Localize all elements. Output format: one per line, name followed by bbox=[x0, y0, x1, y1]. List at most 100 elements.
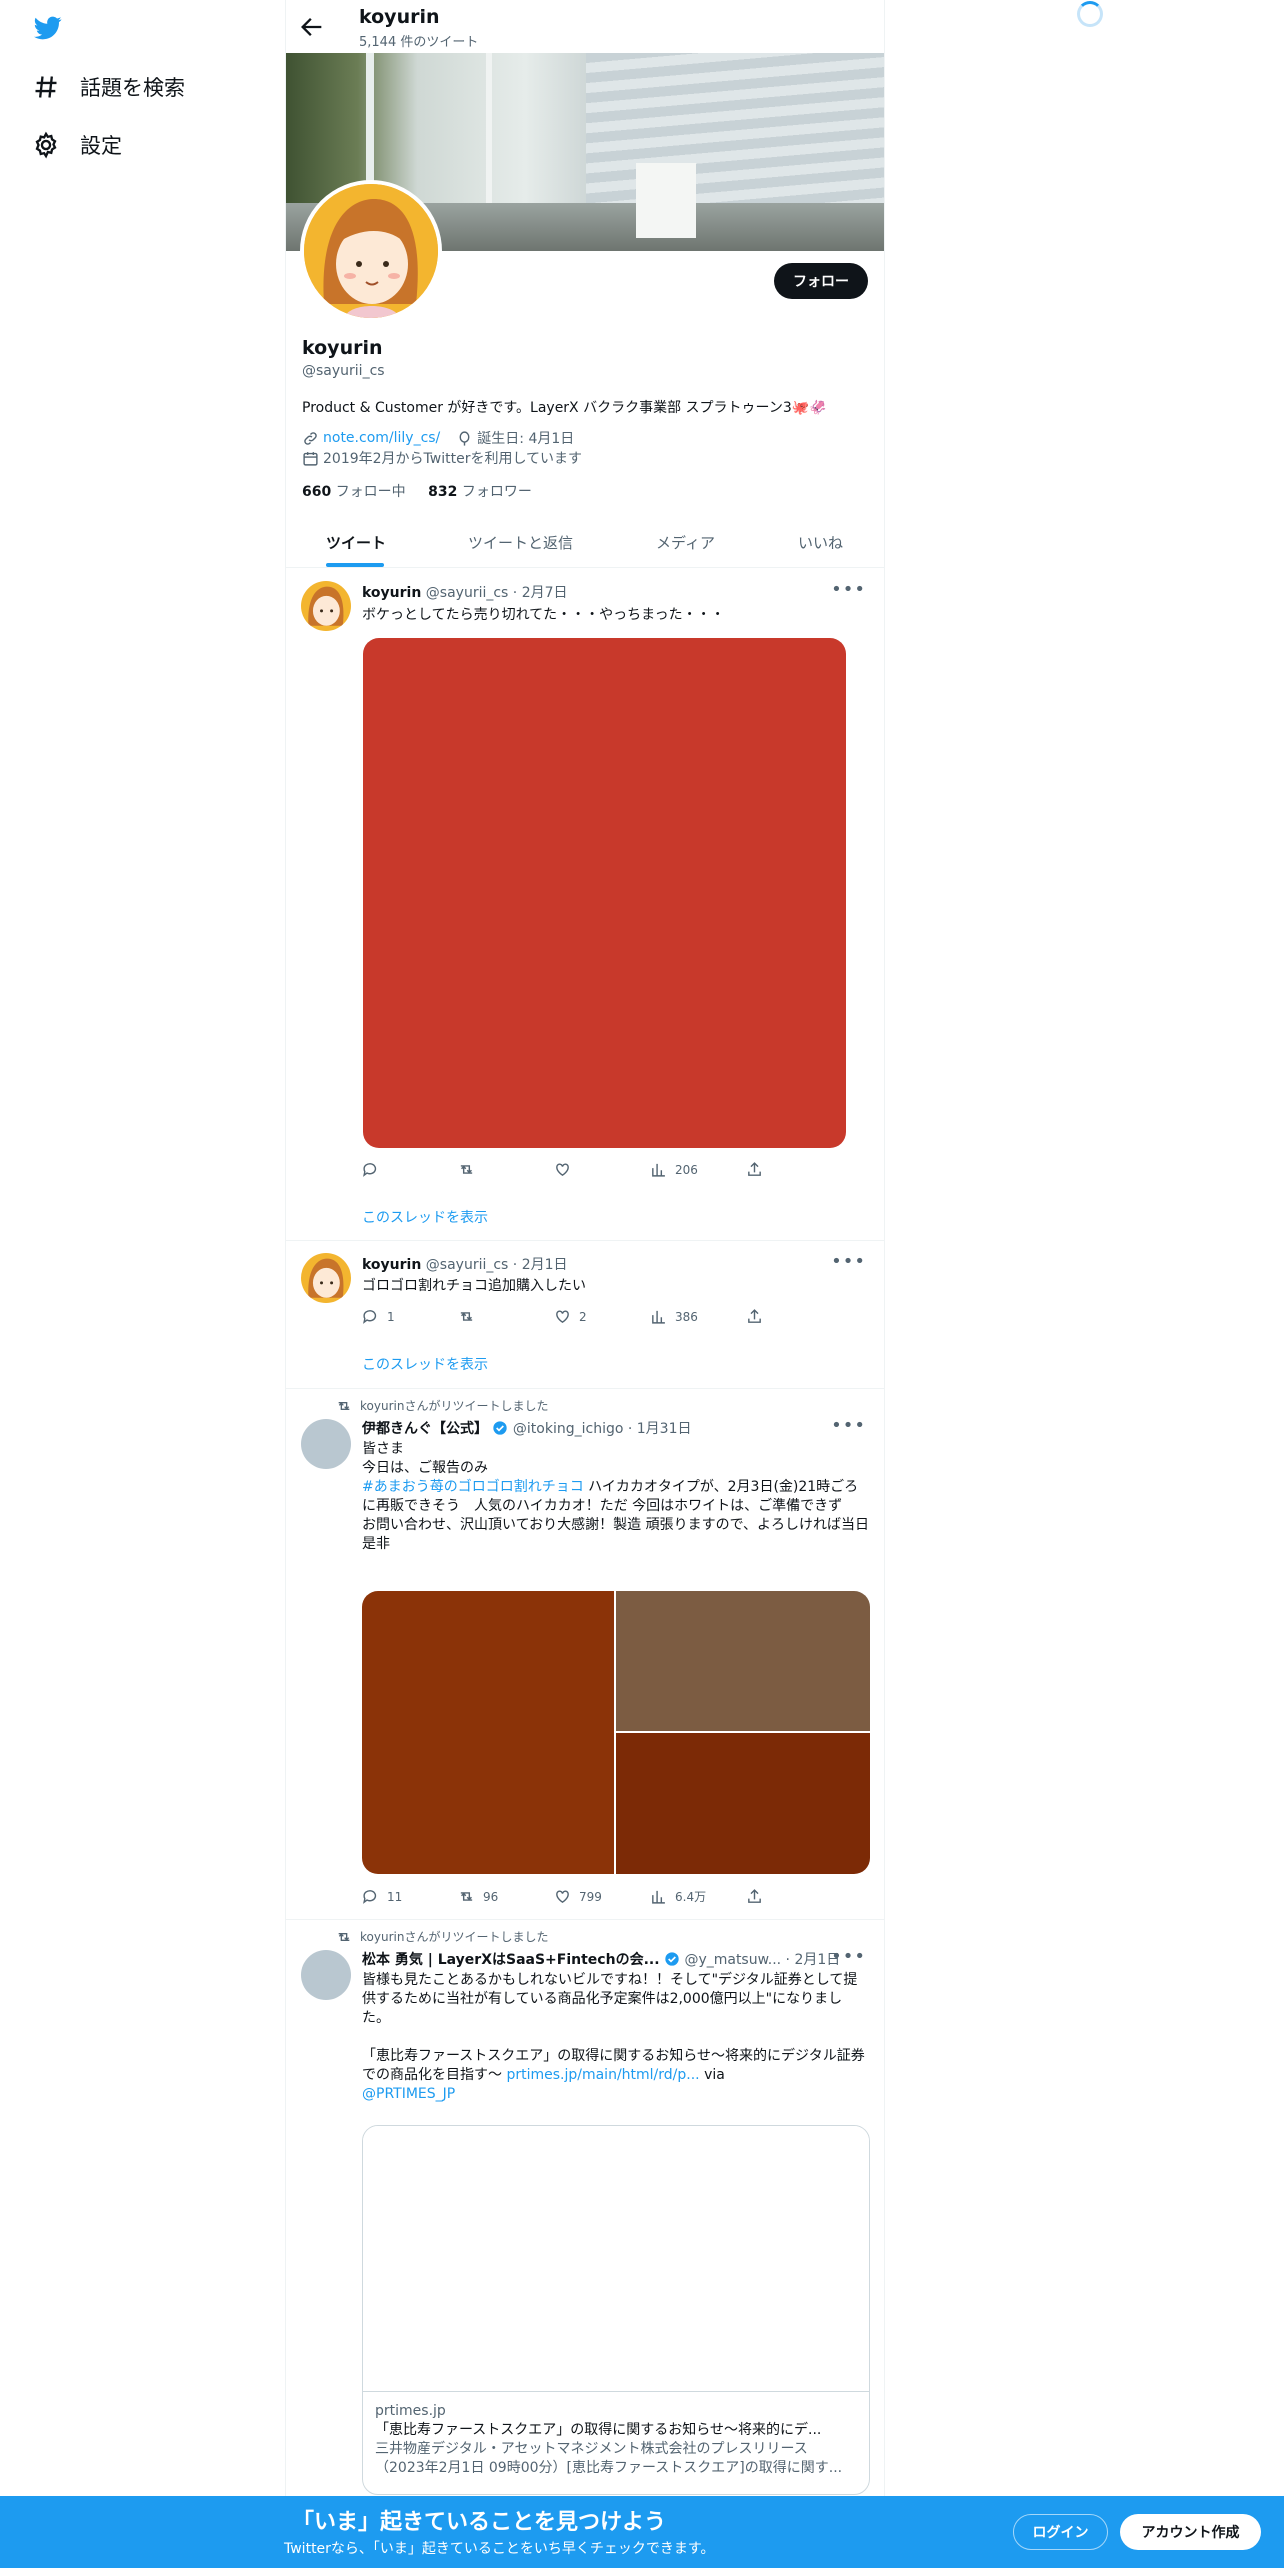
active-tab-indicator bbox=[326, 563, 384, 567]
tweet-link[interactable]: prtimes.jp/main/html/rd/p... bbox=[506, 2067, 699, 2083]
show-thread-link[interactable]: このスレッドを表示 bbox=[362, 1354, 488, 1374]
main-column: koyurin 5,144 件のツイート フォロー koyurin @sayur… bbox=[285, 0, 885, 2568]
calendar-icon bbox=[303, 451, 318, 466]
tweet-2[interactable]: koyurin @sayurii_cs · 2月1日 ••• ゴロゴロ割れチョコ… bbox=[286, 1241, 884, 1389]
twitter-logo-icon[interactable] bbox=[32, 14, 64, 42]
chart-icon bbox=[652, 1163, 665, 1177]
login-button[interactable]: ログイン bbox=[1013, 2514, 1108, 2550]
tweet-text: ボケっとしてたら売り切れてた・・・やっちまった・・・ bbox=[362, 607, 725, 623]
share-button[interactable] bbox=[746, 1308, 763, 1325]
profile-header-bar: koyurin 5,144 件のツイート bbox=[286, 0, 884, 53]
tweet-actions: 11 96 799 6.4万 bbox=[362, 1888, 782, 1908]
tab-tweets-replies[interactable]: ツイートと返信 bbox=[468, 532, 573, 553]
back-arrow-icon[interactable] bbox=[298, 13, 326, 41]
signup-banner: 「いま」起きていることを見つけよう Twitterなら、「いま」起きていることを… bbox=[0, 2496, 1284, 2568]
tweet-text: 皆さま 今日は、ご報告のみ #あまおう苺のゴロゴロ割れチョコ ハイカカオタイプが… bbox=[362, 1441, 870, 1552]
sidebar-item-explore[interactable]: 話題を検索 bbox=[32, 72, 185, 102]
views-button[interactable]: 6.4万 bbox=[650, 1888, 706, 1905]
like-button[interactable]: 799 bbox=[554, 1888, 602, 1905]
tweet-avatar[interactable] bbox=[301, 1253, 351, 1303]
following-link[interactable]: 660 フォロー中 bbox=[302, 484, 406, 500]
tweet-text: ゴロゴロ割れチョコ追加購入したい bbox=[362, 1278, 586, 1294]
link-card-image bbox=[363, 2126, 869, 2392]
sidebar-item-settings[interactable]: 設定 bbox=[32, 130, 122, 160]
chart-icon bbox=[652, 1890, 665, 1904]
retweet-button[interactable]: 96 bbox=[458, 1888, 498, 1905]
more-options-icon[interactable]: ••• bbox=[831, 579, 866, 600]
like-button[interactable] bbox=[554, 1161, 571, 1178]
share-icon bbox=[748, 1889, 761, 1903]
tab-media[interactable]: メディア bbox=[656, 532, 715, 553]
reply-icon bbox=[363, 1890, 377, 1904]
share-button[interactable] bbox=[746, 1161, 763, 1178]
profile-link[interactable]: note.com/lily_cs/ bbox=[323, 430, 440, 446]
sidebar-item-label: 話題を検索 bbox=[80, 76, 185, 100]
mention-link[interactable]: @PRTIMES_JP bbox=[362, 2085, 870, 2104]
share-icon bbox=[748, 1162, 761, 1176]
reply-button[interactable]: 11 bbox=[362, 1888, 402, 1905]
show-thread-link[interactable]: このスレッドを表示 bbox=[362, 1207, 488, 1227]
share-icon bbox=[748, 1309, 761, 1323]
tweet-avatar[interactable] bbox=[301, 1950, 351, 2000]
link-card[interactable]: prtimes.jp 「恵比寿ファーストスクエア」の取得に関するお知らせ〜将来的… bbox=[362, 2125, 870, 2495]
link-icon bbox=[304, 431, 317, 445]
retweet-button[interactable] bbox=[458, 1161, 475, 1178]
link-card-description: 三井物産デジタル・アセットマネジメント株式会社のプレスリリース（2023年2月1… bbox=[375, 2441, 843, 2476]
verified-badge-icon bbox=[665, 1952, 679, 1966]
more-options-icon[interactable]: ••• bbox=[831, 1415, 866, 1436]
heart-icon bbox=[556, 1310, 569, 1324]
hashtag-icon bbox=[35, 76, 57, 98]
retweet-icon bbox=[460, 1312, 473, 1321]
tab-likes[interactable]: いいね bbox=[798, 532, 843, 553]
tweet-4[interactable]: koyurinさんがリツイートしました 松本 勇気 | LayerXはSaaS+… bbox=[286, 1920, 884, 2496]
chart-icon bbox=[652, 1310, 665, 1324]
reply-button[interactable]: 1 bbox=[362, 1308, 395, 1325]
link-card-domain: prtimes.jp bbox=[375, 2403, 446, 2419]
profile-joined-row: 2019年2月からTwitterを利用しています bbox=[302, 448, 582, 468]
retweet-button[interactable] bbox=[458, 1308, 475, 1325]
tweet-3[interactable]: koyurinさんがリツイートしました 伊都きんぐ【公式】 @itoking_i… bbox=[286, 1389, 884, 1920]
reply-icon bbox=[363, 1310, 377, 1324]
retweet-context: koyurinさんがリツイートしました bbox=[336, 1397, 548, 1414]
reply-icon bbox=[363, 1163, 377, 1177]
profile-bio: Product & Customer が好きです。LayerX バクラク事業部 … bbox=[302, 400, 827, 416]
profile-joined: 2019年2月からTwitterを利用しています bbox=[323, 451, 583, 467]
tweet-media-grid bbox=[362, 1591, 870, 1874]
gear-icon bbox=[35, 131, 57, 159]
share-button[interactable] bbox=[746, 1888, 763, 1905]
hashtag-link[interactable]: #あまおう苺のゴロゴロ割れチョコ bbox=[362, 1479, 584, 1495]
more-options-icon[interactable]: ••• bbox=[831, 1251, 866, 1272]
retweet-context: koyurinさんがリツイートしました bbox=[336, 1928, 548, 1945]
retweet-icon bbox=[338, 1401, 350, 1410]
views-button[interactable]: 206 bbox=[650, 1161, 698, 1178]
tweet-media-image[interactable] bbox=[362, 1591, 614, 1874]
profile-follow-stats: 660 フォロー中 832 フォロワー bbox=[302, 481, 532, 501]
more-options-icon[interactable]: ••• bbox=[831, 1946, 866, 1967]
profile-handle: @sayurii_cs bbox=[302, 363, 385, 379]
tweet-1[interactable]: koyurin @sayurii_cs · 2月7日 ••• ボケっとしてたら売… bbox=[286, 569, 884, 1241]
reply-button[interactable] bbox=[362, 1161, 379, 1178]
heart-icon bbox=[556, 1890, 569, 1904]
signup-button[interactable]: アカウント作成 bbox=[1120, 2514, 1261, 2550]
tweet-avatar[interactable] bbox=[301, 581, 351, 631]
loading-spinner-icon bbox=[1077, 1, 1103, 27]
like-button[interactable]: 2 bbox=[554, 1308, 587, 1325]
profile-avatar[interactable] bbox=[300, 180, 442, 322]
tweet-header: 松本 勇気 | LayerXはSaaS+Fintechの会... @y_mats… bbox=[362, 1952, 841, 1968]
tweet-media-image[interactable] bbox=[616, 1591, 870, 1731]
sidebar-item-label: 設定 bbox=[80, 134, 122, 158]
tab-tweets[interactable]: ツイート bbox=[326, 532, 386, 553]
avatar-illustration bbox=[304, 184, 438, 318]
views-button[interactable]: 386 bbox=[650, 1308, 698, 1325]
tweet-media-image[interactable] bbox=[616, 1733, 870, 1874]
retweet-icon bbox=[460, 1892, 473, 1901]
profile-name: koyurin bbox=[302, 337, 383, 359]
followers-link[interactable]: 832 フォロワー bbox=[428, 484, 532, 500]
link-card-title: 「恵比寿ファーストスクエア」の取得に関するお知らせ〜将来的にデ... bbox=[375, 2422, 822, 2438]
tweet-header: koyurin @sayurii_cs · 2月1日 bbox=[362, 1257, 568, 1273]
follow-button[interactable]: フォロー bbox=[774, 263, 868, 299]
verified-badge-icon bbox=[493, 1421, 508, 1435]
tweet-avatar[interactable] bbox=[301, 1419, 351, 1469]
balloon-icon bbox=[459, 430, 470, 446]
tweet-media-image[interactable] bbox=[363, 638, 846, 1148]
